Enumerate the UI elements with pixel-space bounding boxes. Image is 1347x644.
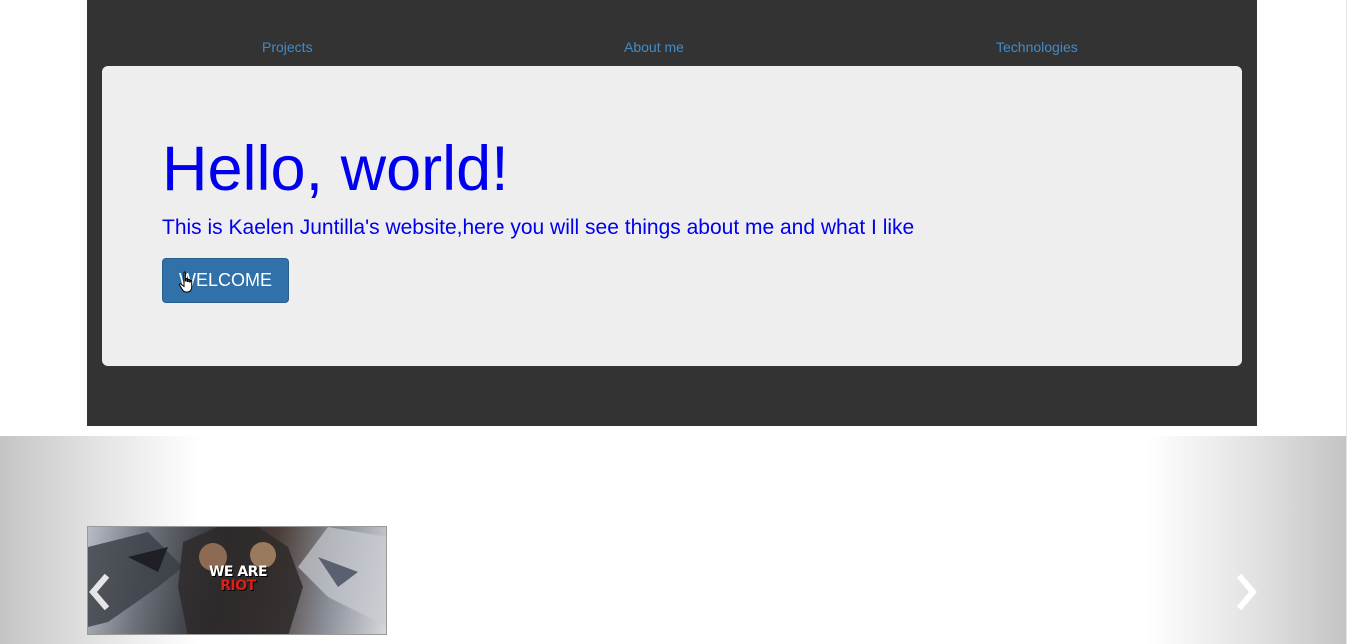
slide-logo-line2: RIOT bbox=[220, 578, 256, 594]
carousel-prev-control[interactable] bbox=[85, 573, 115, 611]
nav-link-about[interactable]: About me bbox=[624, 39, 684, 55]
chevron-right-icon bbox=[1236, 573, 1257, 611]
welcome-button-label: WELCOME bbox=[178, 270, 272, 290]
chevron-left-icon bbox=[89, 573, 110, 611]
image-carousel: WE ARE RIOT bbox=[0, 436, 1347, 644]
slide-logo: WE ARE RIOT bbox=[198, 565, 278, 593]
page-title: Hello, world! bbox=[162, 134, 509, 204]
page: Projects About me Technologies Hello, wo… bbox=[0, 0, 1347, 644]
nav-link-technologies[interactable]: Technologies bbox=[996, 39, 1078, 55]
carousel-shade-right bbox=[1147, 436, 1347, 644]
intro-text: This is Kaelen Juntilla's website,here y… bbox=[162, 216, 915, 239]
carousel-slide-image: WE ARE RIOT bbox=[87, 526, 387, 635]
carousel-next-control[interactable] bbox=[1233, 573, 1263, 611]
nav-link-projects[interactable]: Projects bbox=[262, 39, 313, 55]
jumbotron: Hello, world! This is Kaelen Juntilla's … bbox=[102, 66, 1242, 366]
header-container: Projects About me Technologies Hello, wo… bbox=[87, 0, 1257, 426]
welcome-button[interactable]: WELCOME bbox=[162, 258, 289, 303]
